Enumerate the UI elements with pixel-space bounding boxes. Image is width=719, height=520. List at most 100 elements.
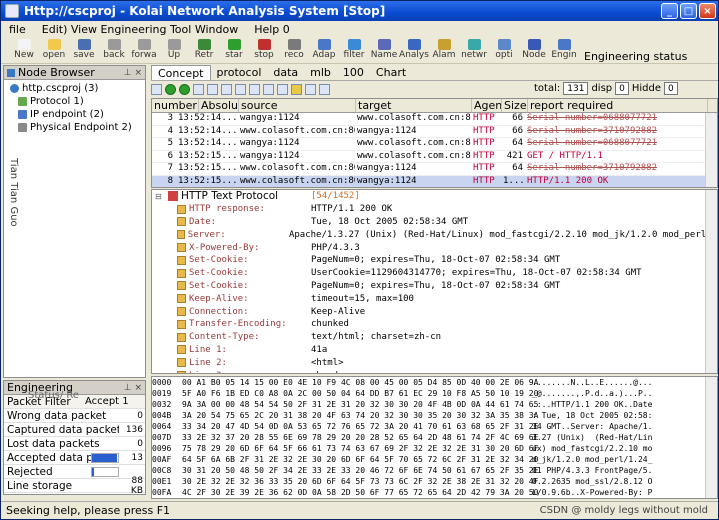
decode-field-row[interactable]: Server: Apache/1.3.27 (Unix) (Red-Hat/Lin… [152, 228, 717, 241]
tab-100[interactable]: 100 [337, 65, 370, 80]
view-icon[interactable] [277, 84, 288, 95]
toolbar-adap-button[interactable]: Adap [309, 38, 339, 64]
view-icon[interactable] [235, 84, 246, 95]
table-row[interactable]: 5 13:52:14... wangya:1124 www.colasoft.com.… [152, 138, 717, 151]
toolbar-filter-button[interactable]: filter [339, 38, 369, 64]
toolbar-name-button[interactable]: Name [369, 38, 399, 64]
menu-help[interactable]: Help 0 [246, 23, 298, 36]
title-bar[interactable]: Http://cscproj - Kolai Network Analysis … [1, 1, 718, 21]
decode-field-row[interactable]: Set-Cookie: PageNum=0; expires=Thu, 18-Oc… [152, 254, 717, 267]
hex-offset: 00E1 [152, 477, 172, 486]
decode-field-row[interactable]: Set-Cookie: UserCookie=1129604314770; exp… [152, 267, 717, 280]
col-report[interactable]: report required [528, 99, 708, 112]
col-target[interactable]: target [356, 99, 472, 112]
decode-field-row[interactable]: Keep-Alive: timeout=15, max=100 [152, 292, 717, 305]
hex-offset: 00AF [152, 455, 172, 464]
toolbar-up-button[interactable]: Up [159, 38, 189, 64]
view-icon[interactable] [263, 84, 274, 95]
decode-field-row[interactable]: Line 1: 41a [152, 344, 717, 357]
decode-field-row[interactable]: Set-Cookie: PageNum=0; expires=Thu, 18-Oc… [152, 280, 717, 293]
tree-item-ip-endpoint[interactable]: IP endpoint (2) [10, 108, 145, 121]
tab-data[interactable]: data [267, 65, 304, 80]
collapse-icon[interactable]: ⊟ [155, 192, 165, 201]
toolbar-open-button[interactable]: open [39, 38, 69, 64]
hidden-label: Hidde [631, 83, 662, 94]
filter-icon [347, 39, 361, 50]
decode-field-row[interactable]: HTTP response: HTTP/1.1 200 OK [152, 203, 717, 216]
col-agent[interactable]: Agen [472, 99, 502, 112]
tree-item-root[interactable]: http.cscproj (3) [10, 82, 145, 95]
table-row[interactable]: 7 13:52:15... www.colasoft.com.cn:80 wangya… [152, 163, 717, 176]
toolbar-engin-button[interactable]: Engin [549, 38, 579, 64]
decode-field-row[interactable]: Content-Type: text/html; charset=zh-cn [152, 331, 717, 344]
decode-field-row[interactable]: Connection: Keep-Alive [152, 305, 717, 318]
filter-icon[interactable] [151, 84, 162, 95]
view-icon[interactable] [221, 84, 232, 95]
decode-field-row[interactable]: X-Powered-By: PHP/4.3.3 [152, 241, 717, 254]
tab-concept[interactable]: Concept [151, 65, 211, 80]
hex-bytes: 30 2E 32 2E 32 36 33 35 20 6D 6F 64 5F 7… [182, 477, 539, 486]
decode-field-row[interactable]: Line 3:<head> [152, 369, 717, 373]
toolbar-netwr-button[interactable]: netwr [459, 38, 489, 64]
view-icon[interactable] [305, 84, 316, 95]
col-size[interactable]: Size [502, 99, 528, 112]
hex-ascii: 0.2.2635 mod_ssl/2.8.12 O [532, 477, 653, 486]
toolbar-label: Adap [312, 50, 336, 60]
toolbar-back-button[interactable]: back [99, 38, 129, 64]
table-row[interactable]: 6 13:52:15... wangya:1124 www.colasoft.com.… [152, 151, 717, 163]
cell-number: 5 [167, 138, 173, 148]
engineering-status-label[interactable]: Engineering status [584, 50, 687, 63]
toolbar-new-button[interactable]: New [9, 38, 39, 64]
toolbar-opti-button[interactable]: opti [489, 38, 519, 64]
hex-offset: 004B [152, 411, 172, 420]
col-absolute[interactable]: Absolu [199, 99, 239, 112]
menu-file[interactable]: file [1, 23, 34, 36]
minimize-button[interactable]: _ [661, 3, 678, 19]
tree-item-physical-endpoint[interactable]: Physical Endpoint 2) [10, 121, 145, 134]
toolbar-node-button[interactable]: Node [519, 38, 549, 64]
col-source[interactable]: source [239, 99, 356, 112]
table-row[interactable]: 3 13:52:14... wangya:1124 www.colasoft.com.… [152, 113, 717, 126]
field-icon [177, 371, 186, 373]
tree-item-label: IP endpoint (2) [30, 109, 104, 120]
play-icon[interactable] [165, 84, 176, 95]
toolbar-star-button[interactable]: star [219, 38, 249, 64]
refresh-icon[interactable] [179, 84, 190, 95]
hex-ascii: _@.......,.P.d..a.)...P.. [532, 389, 653, 398]
table-row[interactable]: 8 13:52:15... www.colasoft.com.cn:80 wangya… [152, 175, 717, 187]
view-icon[interactable] [319, 84, 330, 95]
tab-mlb[interactable]: mlb [304, 65, 337, 80]
toolbar-analys-button[interactable]: Analys [399, 38, 429, 64]
packet-list-scrollbar[interactable] [705, 113, 717, 187]
close-button[interactable]: × [699, 3, 716, 19]
field-name: Line 2: [189, 357, 227, 368]
search-icon[interactable] [291, 84, 302, 95]
view-icon[interactable] [249, 84, 260, 95]
toolbar-retr-button[interactable]: Retr [189, 38, 219, 64]
decode-scrollbar[interactable] [705, 190, 717, 373]
toolbar-save-button[interactable]: save [69, 38, 99, 64]
pin-icon[interactable]: ⊥ × [124, 383, 142, 393]
field-icon [177, 294, 186, 304]
hex-row: 00FA 4C 2F 30 2E 39 2E 36 62 0D 0A 58 2D … [152, 487, 717, 498]
pin-icon[interactable]: ⊥ × [124, 68, 142, 78]
toolbar-stop-button[interactable]: stop [249, 38, 279, 64]
decode-field-row[interactable]: Date: Tue, 18 Oct 2005 02:58:34 GMT [152, 216, 717, 229]
tab-chart[interactable]: Chart [370, 65, 412, 80]
table-row[interactable]: 4 13:52:14... www.colasoft.com.cn:80 wangya… [152, 126, 717, 138]
tab-protocol[interactable]: protocol [211, 65, 268, 80]
toolbar-forwa-button[interactable]: forwa [129, 38, 159, 64]
decode-field-row[interactable]: Line 2: <html> [152, 356, 717, 369]
tree-item-protocol[interactable]: Protocol 1) [10, 95, 145, 108]
decode-header-row[interactable]: ⊟ HTTP Text Protocol [54/1452] [152, 190, 717, 203]
maximize-button[interactable]: □ [680, 3, 697, 19]
view-icon[interactable] [193, 84, 204, 95]
menu-edit-view-engineering-tool-window[interactable]: Edit) View Engineering Tool Window [34, 23, 246, 36]
field-icon [177, 358, 186, 368]
decode-field-row[interactable]: Transfer-Encoding: chunked [152, 318, 717, 331]
col-number[interactable]: number [152, 99, 199, 112]
toolbar-alam-button[interactable]: Alam [429, 38, 459, 64]
view-icon[interactable] [207, 84, 218, 95]
hex-scrollbar[interactable] [705, 377, 717, 498]
toolbar-reco-button[interactable]: reco [279, 38, 309, 64]
